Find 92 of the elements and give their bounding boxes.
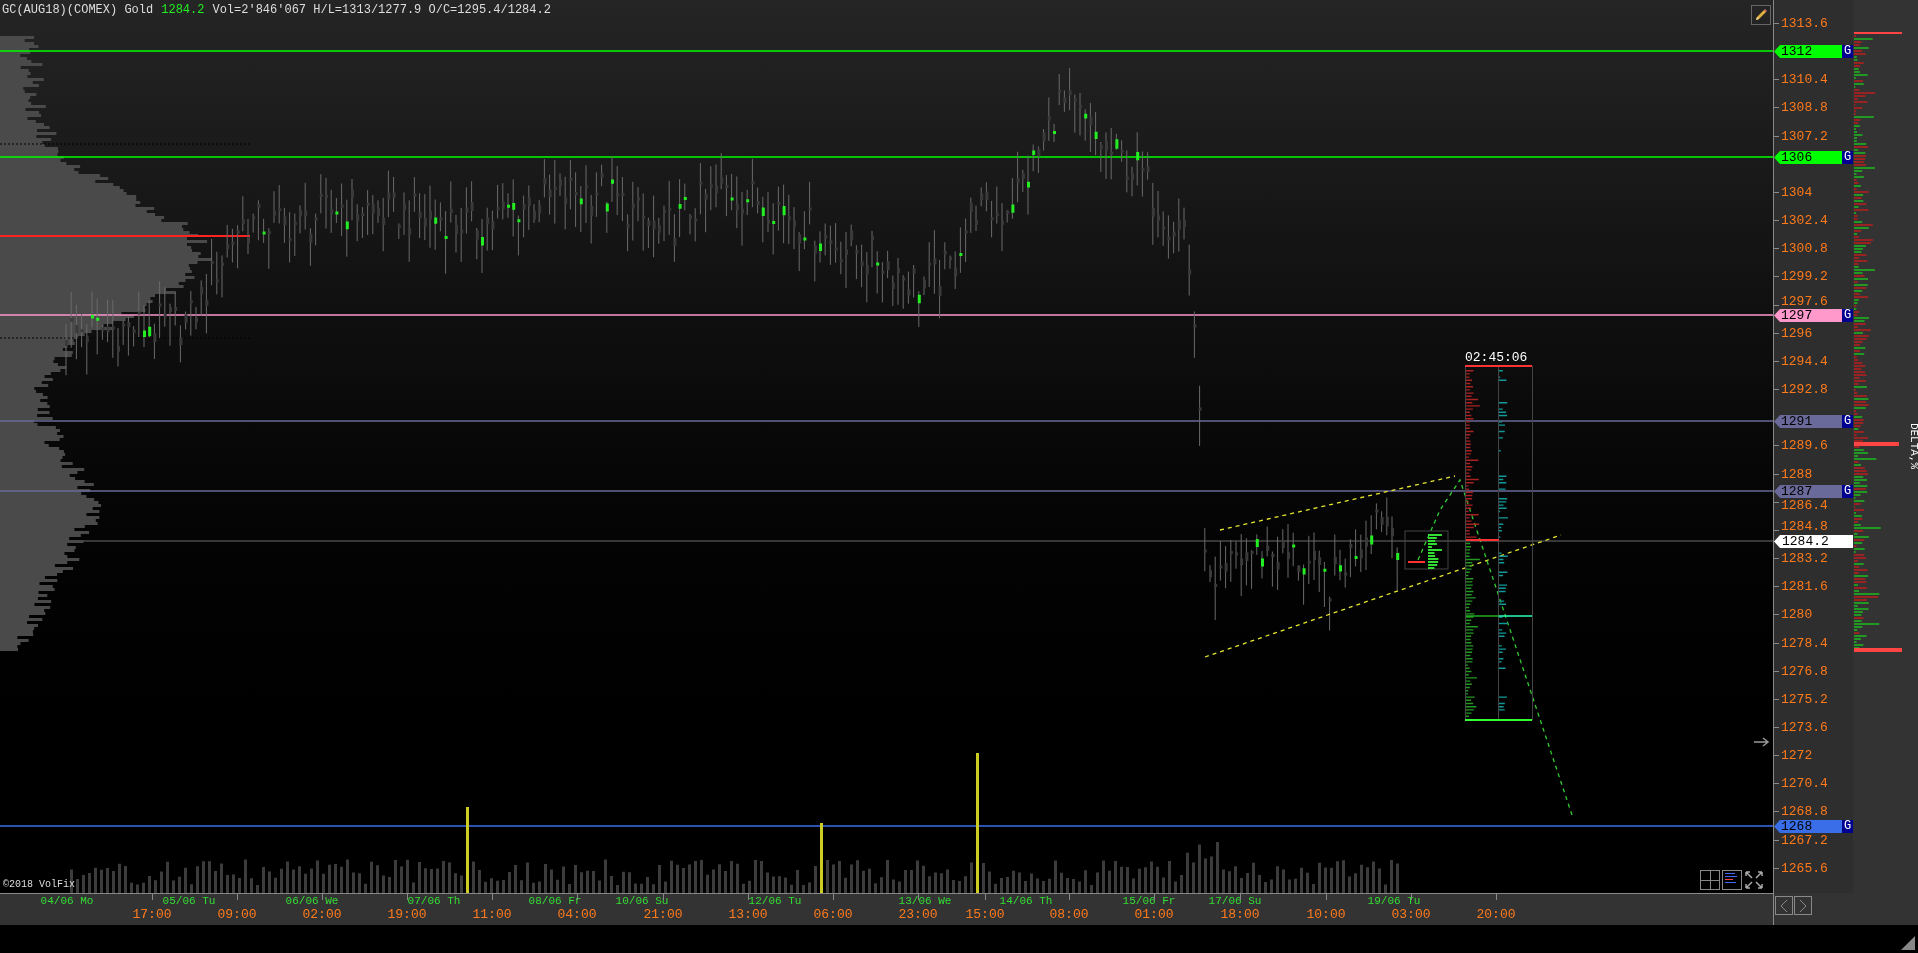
fullscreen-icon[interactable] — [1744, 870, 1764, 890]
time-label: 02:00 — [302, 908, 342, 922]
chevron-left-icon — [1780, 898, 1788, 913]
price-level-label: 1287 — [1780, 485, 1814, 498]
price-tick-label: 1296 — [1781, 326, 1813, 340]
time-label: 04:00 — [557, 908, 597, 922]
pencil-icon[interactable] — [1751, 5, 1771, 25]
grid-layout-icon[interactable] — [1700, 870, 1720, 890]
price-level-label: 1268 — [1780, 820, 1814, 833]
level-badge: G — [1842, 485, 1853, 498]
instrument-name: GC(AUG18)(COMEX) Gold — [2, 3, 154, 17]
price-tick-label: 1294.4 — [1781, 354, 1828, 368]
price-tick-label: 1307.2 — [1781, 129, 1828, 143]
date-label: 15/06 Fr — [1122, 895, 1176, 907]
date-label: 04/06 Mo — [40, 895, 94, 907]
scroll-left-button[interactable] — [1775, 896, 1793, 915]
time-label: 01:00 — [1134, 908, 1174, 922]
price-tick-label: 1278.4 — [1781, 636, 1828, 650]
level-badge: G — [1842, 309, 1853, 322]
time-label: 21:00 — [643, 908, 683, 922]
price-level-tag[interactable]: 1287 G — [1774, 485, 1853, 498]
price-tick-label: 1300.8 — [1781, 242, 1828, 256]
price-level-label: 1291 — [1780, 415, 1814, 428]
panel-title: DELTA,% — [1908, 422, 1918, 470]
price-level-tag[interactable]: 1312 G — [1774, 45, 1853, 58]
price-tick-label: 1310.4 — [1781, 73, 1828, 87]
price-tick-label: 1286.4 — [1781, 498, 1828, 512]
time-label: 06:00 — [813, 908, 853, 922]
price-tick-label: 1275.2 — [1781, 692, 1828, 706]
price-tick-label: 1292.8 — [1781, 383, 1828, 397]
chevron-right-icon — [1799, 898, 1807, 913]
price-tick-label: 1268.8 — [1781, 805, 1828, 819]
time-label: 20:00 — [1476, 908, 1516, 922]
date-label: 07/06 Th — [407, 895, 461, 907]
price-tick-label: 1280 — [1781, 608, 1813, 622]
price-tick-label: 1308.8 — [1781, 101, 1828, 115]
price-tick-label: 1283.2 — [1781, 552, 1828, 566]
time-label: 09:00 — [217, 908, 257, 922]
price-level-tag[interactable]: 1306 G — [1774, 151, 1853, 164]
price-tick-label: 1267.2 — [1781, 833, 1828, 847]
price-level-tag[interactable]: 1268 G — [1774, 820, 1853, 833]
last-price: 1284.2 — [161, 3, 205, 17]
time-label: 08:00 — [1049, 908, 1089, 922]
cursor-arrow-icon — [1754, 737, 1770, 747]
time-label: 18:00 — [1220, 908, 1260, 922]
date-label: 19/06 Tu — [1367, 895, 1421, 907]
price-stats: Vol=2'846'067 H/L=1313/1277.9 O/C=1295.4/1284.2 — [212, 3, 551, 17]
time-label: 10:00 — [1306, 908, 1346, 922]
price-tick-label: 1289.6 — [1781, 439, 1828, 453]
price-tick-label: 1270.4 — [1781, 777, 1828, 791]
date-label: 13/06 We — [898, 895, 952, 907]
date-label: 12/06 Tu — [748, 895, 802, 907]
price-tick-label: 1281.6 — [1781, 580, 1828, 594]
countdown-timer: 02:45:06 — [1465, 351, 1528, 365]
price-tick-label: 1313.6 — [1781, 17, 1828, 30]
date-label: 06/06 We — [285, 895, 339, 907]
level-badge: G — [1842, 45, 1853, 58]
level-badge: G — [1842, 415, 1853, 428]
date-label: 05/06 Tu — [162, 895, 216, 907]
price-tick-label: 1276.8 — [1781, 664, 1828, 678]
price-level-label: 1312 — [1780, 45, 1814, 58]
price-tick-label: 1304 — [1781, 185, 1813, 199]
scroll-right-button[interactable] — [1794, 896, 1812, 915]
date-label: 17/06 Su — [1208, 895, 1262, 907]
price-level-tag[interactable]: 1284.2 — [1774, 535, 1853, 548]
price-tick-label: 1302.4 — [1781, 214, 1828, 228]
copyright-text: ©2018 VolFix — [3, 879, 75, 891]
cluster-drawing — [1404, 530, 1449, 570]
price-level-label: 1297 — [1780, 309, 1814, 322]
time-label: 11:00 — [472, 908, 512, 922]
time-label: 19:00 — [387, 908, 427, 922]
date-label: 14/06 Th — [999, 895, 1053, 907]
level-badge: G — [1842, 820, 1853, 833]
price-tick-label: 1265.6 — [1781, 861, 1828, 875]
price-tick-label: 1273.6 — [1781, 721, 1828, 734]
price-level-tag[interactable]: 1291 G — [1774, 415, 1853, 428]
time-label: 15:00 — [965, 908, 1005, 922]
price-tick-label: 1288 — [1781, 467, 1813, 481]
price-level-label: 1306 — [1780, 151, 1814, 164]
level-badge: G — [1842, 151, 1853, 164]
time-label: 17:00 — [132, 908, 172, 922]
price-tick-label: 1272 — [1781, 749, 1813, 763]
time-label: 23:00 — [898, 908, 938, 922]
date-label: 08/06 Fr — [528, 895, 582, 907]
price-level-tag[interactable]: 1297 G — [1774, 309, 1853, 322]
list-layout-icon[interactable] — [1722, 870, 1742, 890]
time-label: 13:00 — [728, 908, 768, 922]
price-tick-label: 1299.2 — [1781, 270, 1828, 284]
time-label: 03:00 — [1391, 908, 1431, 922]
price-tick-label: 1297.6 — [1781, 294, 1828, 308]
resize-grip-icon[interactable] — [1901, 936, 1915, 950]
price-tick-label: 1284.8 — [1781, 519, 1828, 533]
